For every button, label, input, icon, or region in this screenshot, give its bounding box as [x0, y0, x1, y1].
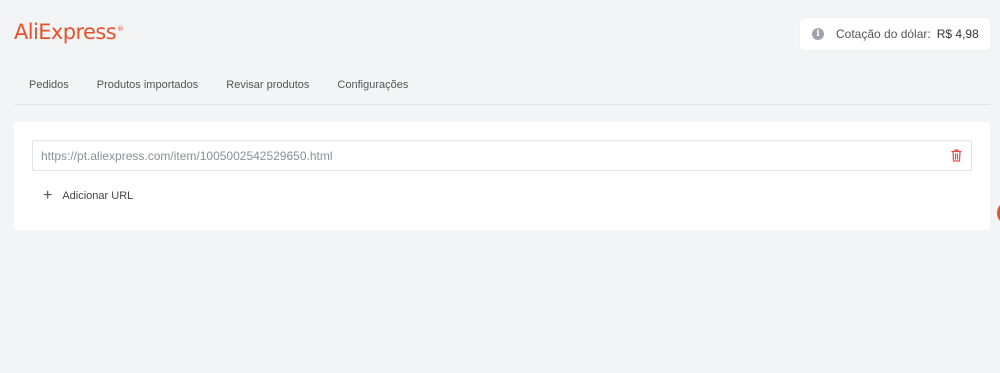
url-row [32, 140, 972, 171]
add-url-label: Adicionar URL [62, 190, 134, 202]
exchange-rate-value: R$ 4,98 [936, 27, 979, 41]
tab-revisar-produtos[interactable]: Revisar produtos [210, 76, 321, 104]
tab-bar: Pedidos Produtos importados Revisar prod… [14, 76, 990, 105]
url-import-card: + Adicionar URL [14, 122, 990, 230]
delete-url-button[interactable] [941, 141, 971, 170]
exchange-rate-label: Cotação do dólar: [836, 27, 931, 41]
trash-icon [950, 149, 962, 162]
tab-configuracoes[interactable]: Configurações [321, 76, 420, 104]
aliexpress-logo: AliExpress® [14, 20, 124, 44]
exchange-rate-box: i Cotação do dólar: R$ 4,98 [800, 18, 990, 50]
tab-produtos-importados[interactable]: Produtos importados [81, 76, 211, 104]
add-url-button[interactable]: + Adicionar URL [43, 188, 133, 204]
info-icon: i [812, 28, 824, 40]
plus-icon: + [43, 187, 53, 204]
tab-pedidos[interactable]: Pedidos [14, 76, 81, 104]
logo-text: AliExpress [14, 20, 117, 44]
url-input[interactable] [33, 141, 941, 170]
logo-registered-mark: ® [117, 25, 124, 33]
page: AliExpress® i Cotação do dólar: R$ 4,98 … [0, 0, 1000, 373]
